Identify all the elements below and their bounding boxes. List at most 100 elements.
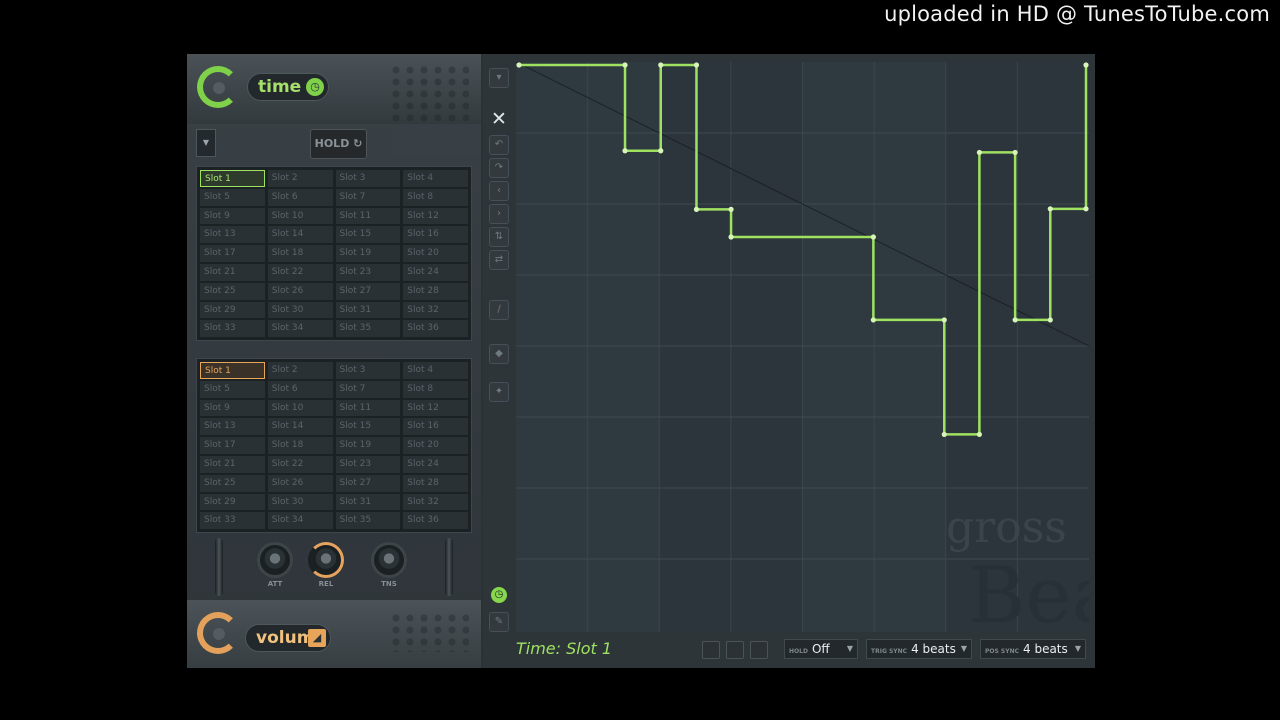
slot-button[interactable]: Slot 24 <box>403 455 468 473</box>
preset-dropdown-button[interactable]: ▼ <box>196 129 216 157</box>
flip-icon[interactable]: ⇅ <box>489 227 509 247</box>
slot-button[interactable]: Slot 4 <box>403 170 468 187</box>
envelope-point[interactable] <box>622 148 628 154</box>
slot-button[interactable]: Slot 3 <box>335 362 401 379</box>
slot-button[interactable]: Slot 27 <box>335 474 401 492</box>
close-icon[interactable]: ✕ <box>489 110 509 130</box>
slot-button[interactable]: Slot 13 <box>200 226 265 244</box>
status-button-3[interactable] <box>750 641 768 659</box>
status-button-2[interactable] <box>726 641 744 659</box>
shift-right-icon[interactable]: › <box>489 204 509 224</box>
slot-button[interactable]: Slot 12 <box>403 399 468 417</box>
envelope-point[interactable] <box>976 149 983 156</box>
envelope-point[interactable] <box>870 234 876 240</box>
slot-button[interactable]: Slot 26 <box>267 474 333 492</box>
slot-button[interactable]: Slot 10 <box>267 399 333 417</box>
rel-knob[interactable] <box>308 542 344 578</box>
slot-button[interactable]: Slot 1 <box>200 362 265 379</box>
envelope-point[interactable] <box>693 62 700 68</box>
slot-button[interactable]: Slot 25 <box>200 474 265 492</box>
slot-button[interactable]: Slot 20 <box>403 245 468 262</box>
slot-button[interactable]: Slot 4 <box>403 362 468 379</box>
slot-button[interactable]: Slot 15 <box>335 418 401 436</box>
envelope-point[interactable] <box>516 62 522 68</box>
slot-button[interactable]: Slot 7 <box>335 188 401 206</box>
undo-icon[interactable]: ↶ <box>489 135 509 155</box>
slot-button[interactable]: Slot 9 <box>200 207 265 225</box>
slot-button[interactable]: Slot 6 <box>267 188 333 206</box>
envelope-point[interactable] <box>976 431 983 438</box>
slot-button[interactable]: Slot 24 <box>403 263 468 281</box>
slot-button[interactable]: Slot 11 <box>335 207 401 225</box>
slot-button[interactable]: Slot 12 <box>403 207 468 225</box>
envelope-point[interactable] <box>1047 317 1053 323</box>
slot-button[interactable]: Slot 32 <box>403 493 468 511</box>
slot-button[interactable]: Slot 27 <box>335 282 401 300</box>
tns-knob[interactable] <box>371 542 407 578</box>
slot-button[interactable]: Slot 31 <box>335 493 401 511</box>
slot-button[interactable]: Slot 20 <box>403 437 468 454</box>
slot-button[interactable]: Slot 35 <box>335 320 401 338</box>
pencil-icon[interactable]: ✎ <box>489 612 509 632</box>
slot-button[interactable]: Slot 22 <box>267 455 333 473</box>
trig-sync-dropdown[interactable]: TRIG SYNC 4 beats ▼ <box>866 639 972 659</box>
add-point-icon[interactable]: ✦ <box>489 382 509 402</box>
chevron-down-icon[interactable]: ▾ <box>489 68 509 88</box>
slot-button[interactable]: Slot 30 <box>267 493 333 511</box>
envelope-point[interactable] <box>1083 206 1089 212</box>
time-mode-pill[interactable]: time ◷ <box>247 73 329 101</box>
slot-button[interactable]: Slot 17 <box>200 245 265 262</box>
slot-button[interactable]: Slot 16 <box>403 226 468 244</box>
slot-button[interactable]: Slot 11 <box>335 399 401 417</box>
slot-button[interactable]: Slot 29 <box>200 493 265 511</box>
envelope-point[interactable] <box>870 317 876 323</box>
slot-button[interactable]: Slot 19 <box>335 437 401 454</box>
shift-left-icon[interactable]: ‹ <box>489 181 509 201</box>
envelope-point[interactable] <box>1012 149 1018 156</box>
slot-button[interactable]: Slot 28 <box>403 282 468 300</box>
envelope-point[interactable] <box>693 206 700 212</box>
right-slider[interactable] <box>445 538 453 596</box>
envelope-point[interactable] <box>728 234 734 240</box>
slot-button[interactable]: Slot 15 <box>335 226 401 244</box>
volume-mode-pill[interactable]: volume ◢ <box>245 624 331 652</box>
envelope-point[interactable] <box>658 148 664 154</box>
status-button-1[interactable] <box>702 641 720 659</box>
envelope-point[interactable] <box>728 206 734 212</box>
hold-dropdown[interactable]: HOLD Off ▼ <box>784 639 858 659</box>
envelope-point[interactable] <box>1012 317 1018 323</box>
slot-button[interactable]: Slot 26 <box>267 282 333 300</box>
envelope-point[interactable] <box>658 62 664 68</box>
slot-button[interactable]: Slot 21 <box>200 263 265 281</box>
slot-button[interactable]: Slot 33 <box>200 512 265 530</box>
slot-button[interactable]: Slot 23 <box>335 455 401 473</box>
slot-button[interactable]: Slot 6 <box>267 380 333 398</box>
slot-button[interactable]: Slot 3 <box>335 170 401 187</box>
slot-button[interactable]: Slot 8 <box>403 380 468 398</box>
slot-button[interactable]: Slot 30 <box>267 301 333 319</box>
slot-button[interactable]: Slot 5 <box>200 380 265 398</box>
slot-button[interactable]: Slot 33 <box>200 320 265 338</box>
redo-icon[interactable]: ↷ <box>489 158 509 178</box>
slot-button[interactable]: Slot 2 <box>267 362 333 379</box>
slot-button[interactable]: Slot 36 <box>403 512 468 530</box>
slot-button[interactable]: Slot 36 <box>403 320 468 338</box>
slot-button[interactable]: Slot 13 <box>200 418 265 436</box>
envelope-point[interactable] <box>941 431 947 438</box>
mirror-icon[interactable]: ⇄ <box>489 250 509 270</box>
volume-mode-icon[interactable] <box>197 612 239 654</box>
slot-button[interactable]: Slot 35 <box>335 512 401 530</box>
slot-button[interactable]: Slot 29 <box>200 301 265 319</box>
slot-button[interactable]: Slot 34 <box>267 320 333 338</box>
slot-button[interactable]: Slot 18 <box>267 245 333 262</box>
slot-button[interactable]: Slot 8 <box>403 188 468 206</box>
slot-button[interactable]: Slot 23 <box>335 263 401 281</box>
envelope-graph[interactable]: gross Beat <box>516 62 1089 632</box>
slot-button[interactable]: Slot 34 <box>267 512 333 530</box>
slot-button[interactable]: Slot 19 <box>335 245 401 262</box>
pos-sync-dropdown[interactable]: POS SYNC 4 beats ▼ <box>980 639 1086 659</box>
slot-button[interactable]: Slot 14 <box>267 226 333 244</box>
slot-button[interactable]: Slot 2 <box>267 170 333 187</box>
envelope-point[interactable] <box>1083 62 1089 68</box>
slot-button[interactable]: Slot 28 <box>403 474 468 492</box>
